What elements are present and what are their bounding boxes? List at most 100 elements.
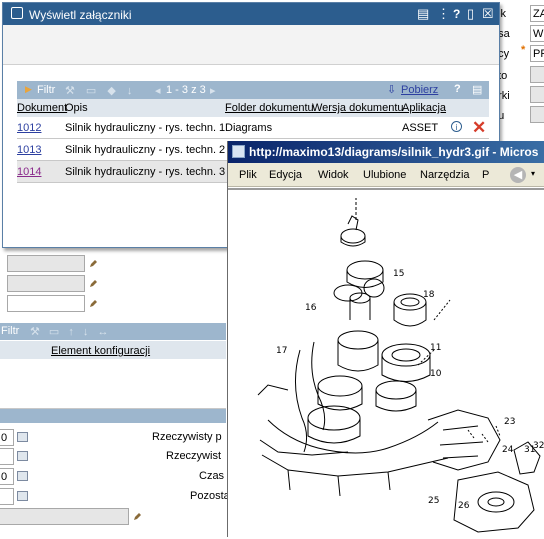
pencil-icon[interactable]: [133, 512, 142, 521]
dialog-title-bar: Wyświetl załączniki ▤ ⋮ ? ▯ ☒: [3, 3, 499, 25]
filter-icon[interactable]: ▶: [25, 84, 32, 95]
required-mark: *: [521, 44, 526, 56]
menu-pomoc[interactable]: P: [482, 169, 489, 181]
column-wersja-dokumentu[interactable]: Wersja dokumentu: [312, 102, 404, 114]
menu-ulubione[interactable]: Ulubione: [363, 169, 406, 181]
config-empty-area: [0, 359, 226, 409]
toolbar-icons: ⚒ ▭ ◆ ↓: [65, 85, 137, 97]
num-field-2[interactable]: [0, 448, 14, 465]
diagram-callout: 32: [533, 441, 544, 451]
row-description: Silnik hydrauliczny - rys. techn. 1: [65, 122, 225, 134]
pencil-icon[interactable]: [89, 299, 98, 308]
right-field-2[interactable]: W: [530, 25, 544, 42]
table-row[interactable]: 1012 Silnik hydrauliczny - rys. techn. 1…: [17, 117, 489, 139]
diagram-callout: 16: [305, 303, 317, 313]
num-field-1[interactable]: 0: [0, 429, 14, 446]
right-field-6[interactable]: [530, 106, 544, 123]
left-lower-panel: Filtr ⚒ ▭ ↑ ↓ ↔ Element konfiguracji 0 R…: [0, 246, 230, 537]
ie-menu-bar: Plik Edycja Widok Ulubione Narzędzia P ◀…: [228, 163, 544, 187]
right-field-1[interactable]: ZA: [530, 5, 544, 22]
toolbar-icons: ⚒ ▭ ↑ ↓ ↔: [30, 326, 112, 338]
lower-field-2[interactable]: [7, 275, 85, 292]
ie-title: http://maximo13/diagrams/silnik_hydr3.gi…: [249, 145, 539, 159]
hydraulic-engine-diagram: 15 18 16 17 11 10 23 24 25 26 31 32: [257, 198, 544, 533]
download-icon[interactable]: ⇩: [387, 83, 396, 96]
filter-label[interactable]: Filtr: [1, 325, 19, 337]
num-field-3[interactable]: 0: [0, 468, 14, 485]
lower-field-1[interactable]: [7, 255, 85, 272]
right-field-5[interactable]: [530, 86, 544, 103]
ie-window: http://maximo13/diagrams/silnik_hydr3.gi…: [227, 141, 544, 537]
table-row[interactable]: 1013 Silnik hydrauliczny - rys. techn. 2: [17, 139, 230, 161]
diagram-callout: 17: [276, 346, 287, 356]
diagram-callout: 15: [393, 269, 404, 279]
table-header-row: Dokument Opis Folder dokumentu Wersja do…: [17, 99, 489, 117]
doc-link[interactable]: 1013: [17, 144, 41, 156]
doc-link[interactable]: 1012: [17, 122, 41, 134]
calendar-icon[interactable]: [17, 471, 28, 481]
calendar-icon[interactable]: [17, 451, 28, 461]
row-app: ASSET: [402, 122, 439, 134]
back-dropdown-icon[interactable]: ▾: [531, 169, 535, 178]
label-czas: Czas: [199, 470, 225, 482]
dock-icon[interactable]: ▯: [467, 6, 474, 22]
row-folder: Diagrams: [225, 122, 273, 134]
column-opis[interactable]: Opis: [65, 102, 88, 114]
pencil-icon[interactable]: [89, 259, 98, 268]
help-icon[interactable]: ?: [453, 7, 460, 21]
info-icon[interactable]: i: [451, 121, 462, 132]
menu-narzedzia[interactable]: Narzędzia: [420, 169, 470, 181]
ie-icon: [232, 145, 245, 158]
dialog-icon: [11, 7, 23, 19]
download-link[interactable]: Pobierz: [401, 84, 438, 96]
prev-page-icon[interactable]: ◂: [155, 84, 161, 97]
table-toolbar: ▶ Filtr ⚒ ▭ ◆ ↓ ◂ 1 - 3 z 3 ▸ ⇩ Pobierz …: [17, 81, 489, 99]
minimize-icon[interactable]: ⋮: [437, 6, 450, 22]
label-rzeczywist: Rzeczywist: [166, 450, 222, 462]
label-rzeczywisty-p: Rzeczywisty p: [152, 431, 222, 443]
long-field[interactable]: [0, 508, 129, 525]
diagram-callout: 10: [430, 369, 442, 379]
restore-icon[interactable]: ▤: [417, 6, 429, 22]
diagram-callout: 25: [428, 496, 439, 506]
column-dokument[interactable]: Dokument: [17, 102, 67, 114]
pencil-icon[interactable]: [89, 279, 98, 288]
ie-title-bar: http://maximo13/diagrams/silnik_hydr3.gi…: [228, 141, 544, 163]
right-field-3[interactable]: PP: [530, 45, 544, 62]
table-row[interactable]: 1014 Silnik hydrauliczny - rys. techn. 3: [17, 161, 230, 183]
table-menu-icon[interactable]: ▤: [472, 83, 482, 96]
menu-edycja[interactable]: Edycja: [269, 169, 302, 181]
diagram-callout: 18: [423, 290, 435, 300]
table-help-icon[interactable]: ?: [454, 83, 461, 95]
next-page-icon[interactable]: ▸: [210, 84, 216, 97]
ie-content: 15 18 16 17 11 10 23 24 25 26 31 32: [228, 188, 544, 537]
pager: 1 - 3 z 3: [166, 84, 206, 96]
diagram-callout: 24: [502, 445, 514, 455]
back-button[interactable]: ◀: [510, 167, 526, 183]
section-bar: [0, 409, 226, 423]
menu-plik[interactable]: Plik: [239, 169, 257, 181]
filter-button[interactable]: Filtr: [37, 84, 55, 96]
config-toolbar: Filtr ⚒ ▭ ↑ ↓ ↔: [0, 323, 226, 340]
delete-icon[interactable]: ✕: [472, 118, 486, 138]
row-description: Silnik hydrauliczny - rys. techn. 3: [65, 166, 226, 178]
calendar-icon[interactable]: [17, 491, 28, 501]
close-icon[interactable]: ☒: [482, 6, 494, 22]
row-description: Silnik hydrauliczny - rys. techn. 2: [65, 144, 226, 156]
column-aplikacja[interactable]: Aplikacja: [402, 102, 446, 114]
dialog-title: Wyświetl załączniki: [29, 8, 132, 22]
column-element-konfiguracji[interactable]: Element konfiguracji: [51, 345, 150, 357]
label-pozosta: Pozosta: [190, 490, 230, 502]
dialog-body-top: [3, 25, 499, 65]
diagram-callout: 23: [504, 417, 515, 427]
num-field-4[interactable]: [0, 488, 14, 505]
diagram-callout: 11: [430, 343, 441, 353]
calendar-icon[interactable]: [17, 432, 28, 442]
doc-link[interactable]: 1014: [17, 166, 41, 178]
config-header-row: Element konfiguracji: [0, 341, 226, 359]
right-field-4[interactable]: [530, 66, 544, 83]
diagram-callout: 26: [458, 501, 470, 511]
lower-field-3[interactable]: [7, 295, 85, 312]
column-folder-dokumentu[interactable]: Folder dokumentu: [225, 102, 314, 114]
menu-widok[interactable]: Widok: [318, 169, 349, 181]
